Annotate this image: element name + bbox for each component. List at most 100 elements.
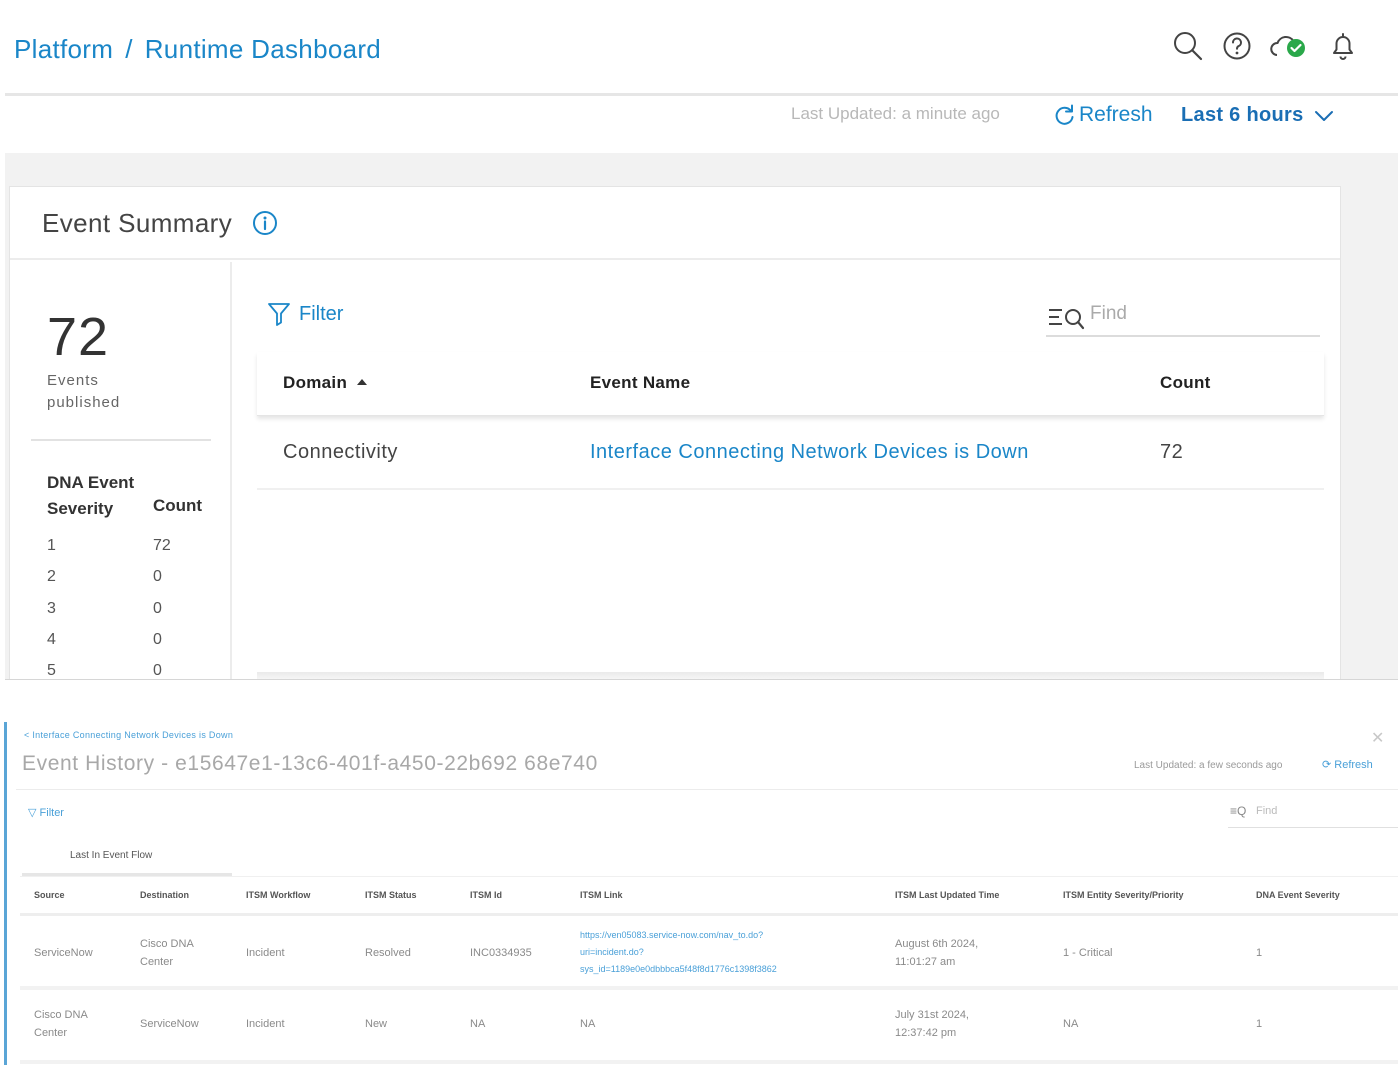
notification-bell-icon[interactable] <box>1327 30 1359 62</box>
refresh-icon <box>1055 104 1074 125</box>
sort-ascending-icon <box>357 378 368 385</box>
cell-source-line-2: Center <box>34 1027 68 1039</box>
filter-button[interactable]: Filter <box>267 301 343 327</box>
cell-destination: Cisco DNA Center <box>140 935 194 971</box>
cell-destination: ServiceNow <box>140 1018 199 1030</box>
breadcrumb-separator: / <box>125 34 133 64</box>
chevron-down-icon <box>1314 110 1333 121</box>
column-header-event-name[interactable]: Event Name <box>590 373 690 393</box>
history-find-field[interactable]: ≡Q Find <box>1228 802 1398 828</box>
severity-header-line-1: DNA Event <box>47 473 135 492</box>
itsm-link-line-3: sys_id=1189e0e0dbbbca5f48f8d1776c1398f38… <box>580 964 777 974</box>
event-summary-table: Domain Event Name Count Connectivity Int… <box>257 352 1324 490</box>
column-header-count[interactable]: Count <box>1160 373 1211 393</box>
cell-severity: 1 <box>1256 947 1263 959</box>
cell-source: ServiceNow <box>34 947 93 959</box>
column-header-itsm-status[interactable]: ITSM Status <box>365 890 417 900</box>
column-header-source[interactable]: Source <box>34 890 65 900</box>
event-history-title: Event History - e15647e1-13c6-401f-a450-… <box>22 752 598 775</box>
find-input[interactable] <box>1090 297 1310 331</box>
cloud-status-icon[interactable] <box>1269 30 1309 62</box>
refresh-button[interactable]: Refresh <box>1051 102 1153 128</box>
severity-column-header: DNA Event Severity <box>47 470 134 522</box>
column-header-itsm-link[interactable]: ITSM Link <box>580 890 623 900</box>
search-icon[interactable] <box>1172 30 1204 62</box>
back-link[interactable]: < Interface Connecting Network Devices i… <box>24 730 233 740</box>
cell-workflow: Incident <box>246 1018 285 1030</box>
cell-last-updated-time: 12:37:42 pm <box>895 1027 957 1039</box>
help-icon[interactable] <box>1221 30 1253 62</box>
cell-itsm-id: INC0334935 <box>470 947 532 959</box>
column-header-itsm-last-updated[interactable]: ITSM Last Updated Time <box>895 890 999 900</box>
event-summary-header: Event Summary <box>10 187 1340 260</box>
event-summary-card: Event Summary 72 Events published DNA Ev… <box>9 186 1341 679</box>
row-domain: Connectivity <box>283 441 398 463</box>
history-refresh-icon: ⟳ <box>1322 759 1332 771</box>
column-header-domain[interactable]: Domain <box>283 373 368 393</box>
find-field[interactable] <box>1046 295 1320 337</box>
column-header-domain-label: Domain <box>283 373 348 392</box>
page-title: Runtime Dashboard <box>144 34 382 64</box>
column-header-dna-severity[interactable]: DNA Event Severity <box>1256 890 1340 900</box>
itsm-link[interactable]: https://ven05083.service-now.com/nav_to.… <box>580 927 777 978</box>
history-refresh-button[interactable]: ⟳ Refresh <box>1322 758 1373 771</box>
cell-itsm-id: NA <box>470 1018 486 1030</box>
panel-accent-bar <box>4 722 7 1065</box>
find-icon <box>1049 309 1085 330</box>
cell-last-updated-time: 11:01:27 am <box>895 956 956 968</box>
column-header-itsm-id[interactable]: ITSM Id <box>470 890 502 900</box>
events-published-count: 72 <box>47 307 110 367</box>
table-header: Source Destination ITSM Workflow ITSM St… <box>20 876 1398 916</box>
column-header-itsm-priority[interactable]: ITSM Entity Severity/Priority <box>1063 890 1184 900</box>
time-range-label: Last 6 hours <box>1181 104 1304 126</box>
severity-level: 3 <box>47 600 56 617</box>
cell-workflow: Incident <box>246 947 285 959</box>
table-header: Domain Event Name Count <box>257 352 1324 416</box>
history-filter-label: Filter <box>39 807 64 819</box>
find-icon: ≡Q <box>1230 804 1247 818</box>
severity-level: 1 <box>47 537 56 554</box>
itsm-link-line-1: https://ven05083.service-now.com/nav_to.… <box>580 930 764 940</box>
severity-level: 4 <box>47 631 56 648</box>
cell-source-line-1: Cisco DNA <box>34 1009 88 1021</box>
close-icon[interactable]: ✕ <box>1371 728 1384 748</box>
column-header-destination[interactable]: Destination <box>140 890 189 900</box>
time-range-dropdown[interactable]: Last 6 hours <box>1181 104 1334 127</box>
cell-priority: NA <box>1063 1018 1079 1030</box>
event-name-link[interactable]: Interface Connecting Network Devices is … <box>590 441 1029 464</box>
filter-icon <box>268 303 290 326</box>
column-header-itsm-workflow[interactable]: ITSM Workflow <box>246 890 310 900</box>
history-filter-button[interactable]: ▽ Filter <box>28 806 64 819</box>
severity-count: 72 <box>153 537 171 554</box>
breadcrumb-platform-link[interactable]: Platform <box>14 34 113 64</box>
severity-count-header: Count <box>153 496 203 515</box>
top-navigation-bar: Platform / Runtime Dashboard <box>5 0 1398 96</box>
events-published-label: Events published <box>47 372 121 411</box>
cell-destination-line-2: Center <box>140 956 174 968</box>
divider <box>31 439 211 441</box>
cell-destination-line-1: Cisco DNA <box>140 938 194 950</box>
cell-last-updated: August 6th 2024, 11:01:27 am <box>895 935 978 971</box>
event-summary-title: Event Summary <box>42 208 233 238</box>
last-updated-text: Last Updated: a minute ago <box>791 104 1000 123</box>
info-icon[interactable] <box>252 210 278 236</box>
filter-label: Filter <box>299 302 344 325</box>
table-scroll-shadow <box>257 672 1324 679</box>
cell-status: New <box>365 1018 388 1030</box>
cell-source: Cisco DNA Center <box>34 1006 88 1042</box>
severity-level: 5 <box>47 662 56 679</box>
severity-level: 2 <box>47 568 56 585</box>
cell-last-updated-date: July 31st 2024, <box>895 1009 969 1021</box>
runtime-dashboard-panel: Platform / Runtime Dashboard Last Updated:… <box>5 0 1398 680</box>
breadcrumb: Platform / Runtime Dashboard <box>14 34 381 65</box>
divider <box>16 789 1398 790</box>
event-stats-column: 72 Events published DNA Event Severity C… <box>10 262 232 679</box>
table-row: Connectivity Interface Connecting Networ… <box>257 416 1324 490</box>
event-history-table: Source Destination ITSM Workflow ITSM St… <box>20 876 1398 1064</box>
severity-count: 0 <box>153 600 162 617</box>
row-count: 72 <box>1160 441 1184 463</box>
tab-last-in-event-flow[interactable]: Last In Event Flow <box>22 842 232 876</box>
event-history-panel: < Interface Connecting Network Devices i… <box>0 716 1398 1065</box>
cell-last-updated-date: August 6th 2024, <box>895 938 979 950</box>
severity-count: 0 <box>153 662 162 679</box>
